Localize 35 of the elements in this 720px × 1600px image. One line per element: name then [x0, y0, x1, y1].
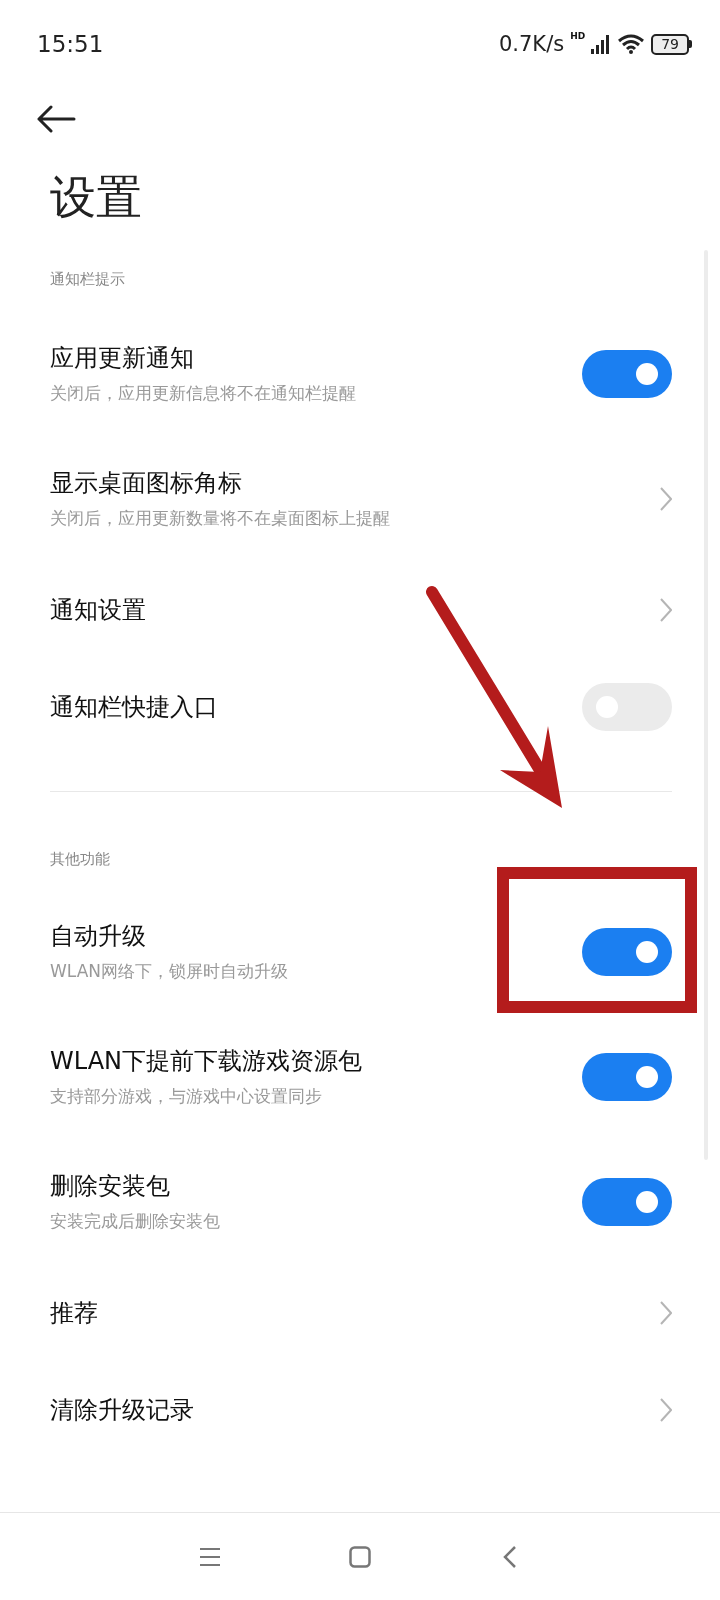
back-icon[interactable]: [503, 1544, 517, 1569]
network-type: HD: [570, 32, 586, 41]
setting-title[interactable]: 自动升级: [50, 920, 582, 952]
section-header: 其他功能: [49, 849, 111, 870]
chevron-right-icon: [660, 1397, 672, 1422]
network-speed: 0.7K/s: [498, 32, 565, 56]
setting-description: 关闭后，应用更新信息将不在通知栏提醒: [50, 382, 357, 405]
page-title: 设置: [49, 168, 143, 226]
section-header: 通知栏提示: [49, 269, 126, 290]
chevron-right-icon: [660, 597, 672, 622]
setting-description: 安装完成后删除安装包: [50, 1210, 221, 1233]
setting-title[interactable]: 删除安装包: [50, 1170, 582, 1202]
setting-title[interactable]: 推荐: [50, 1296, 660, 1329]
setting-description: 支持部分游戏，与游戏中心设置同步: [50, 1085, 323, 1108]
setting-title[interactable]: 通知栏快捷入口: [50, 690, 582, 723]
toggle-switch[interactable]: [582, 1177, 672, 1226]
chevron-right-icon: [660, 1300, 672, 1325]
chevron-right-icon: [660, 486, 672, 511]
signal-icon: [591, 34, 612, 54]
setting-title[interactable]: 清除升级记录: [50, 1393, 660, 1426]
toggle-switch[interactable]: [582, 1052, 672, 1101]
setting-title[interactable]: 通知设置: [50, 593, 660, 626]
back-arrow-icon[interactable]: [36, 105, 76, 133]
battery-level: 79: [651, 33, 689, 55]
setting-description: 关闭后，应用更新数量将不在桌面图标上提醒: [50, 507, 391, 530]
toggle-switch[interactable]: [582, 927, 672, 976]
toggle-switch[interactable]: [582, 349, 672, 398]
status-time: 15:51: [37, 31, 104, 57]
setting-description: WLAN网络下，锁屏时自动升级: [50, 960, 290, 983]
menu-icon[interactable]: [199, 1546, 221, 1567]
wifi-icon: [617, 33, 646, 55]
setting-title[interactable]: 应用更新通知: [50, 342, 582, 374]
setting-title[interactable]: WLAN下提前下载游戏资源包: [50, 1045, 582, 1077]
home-icon[interactable]: [349, 1545, 371, 1568]
setting-title[interactable]: 显示桌面图标角标: [50, 467, 660, 499]
